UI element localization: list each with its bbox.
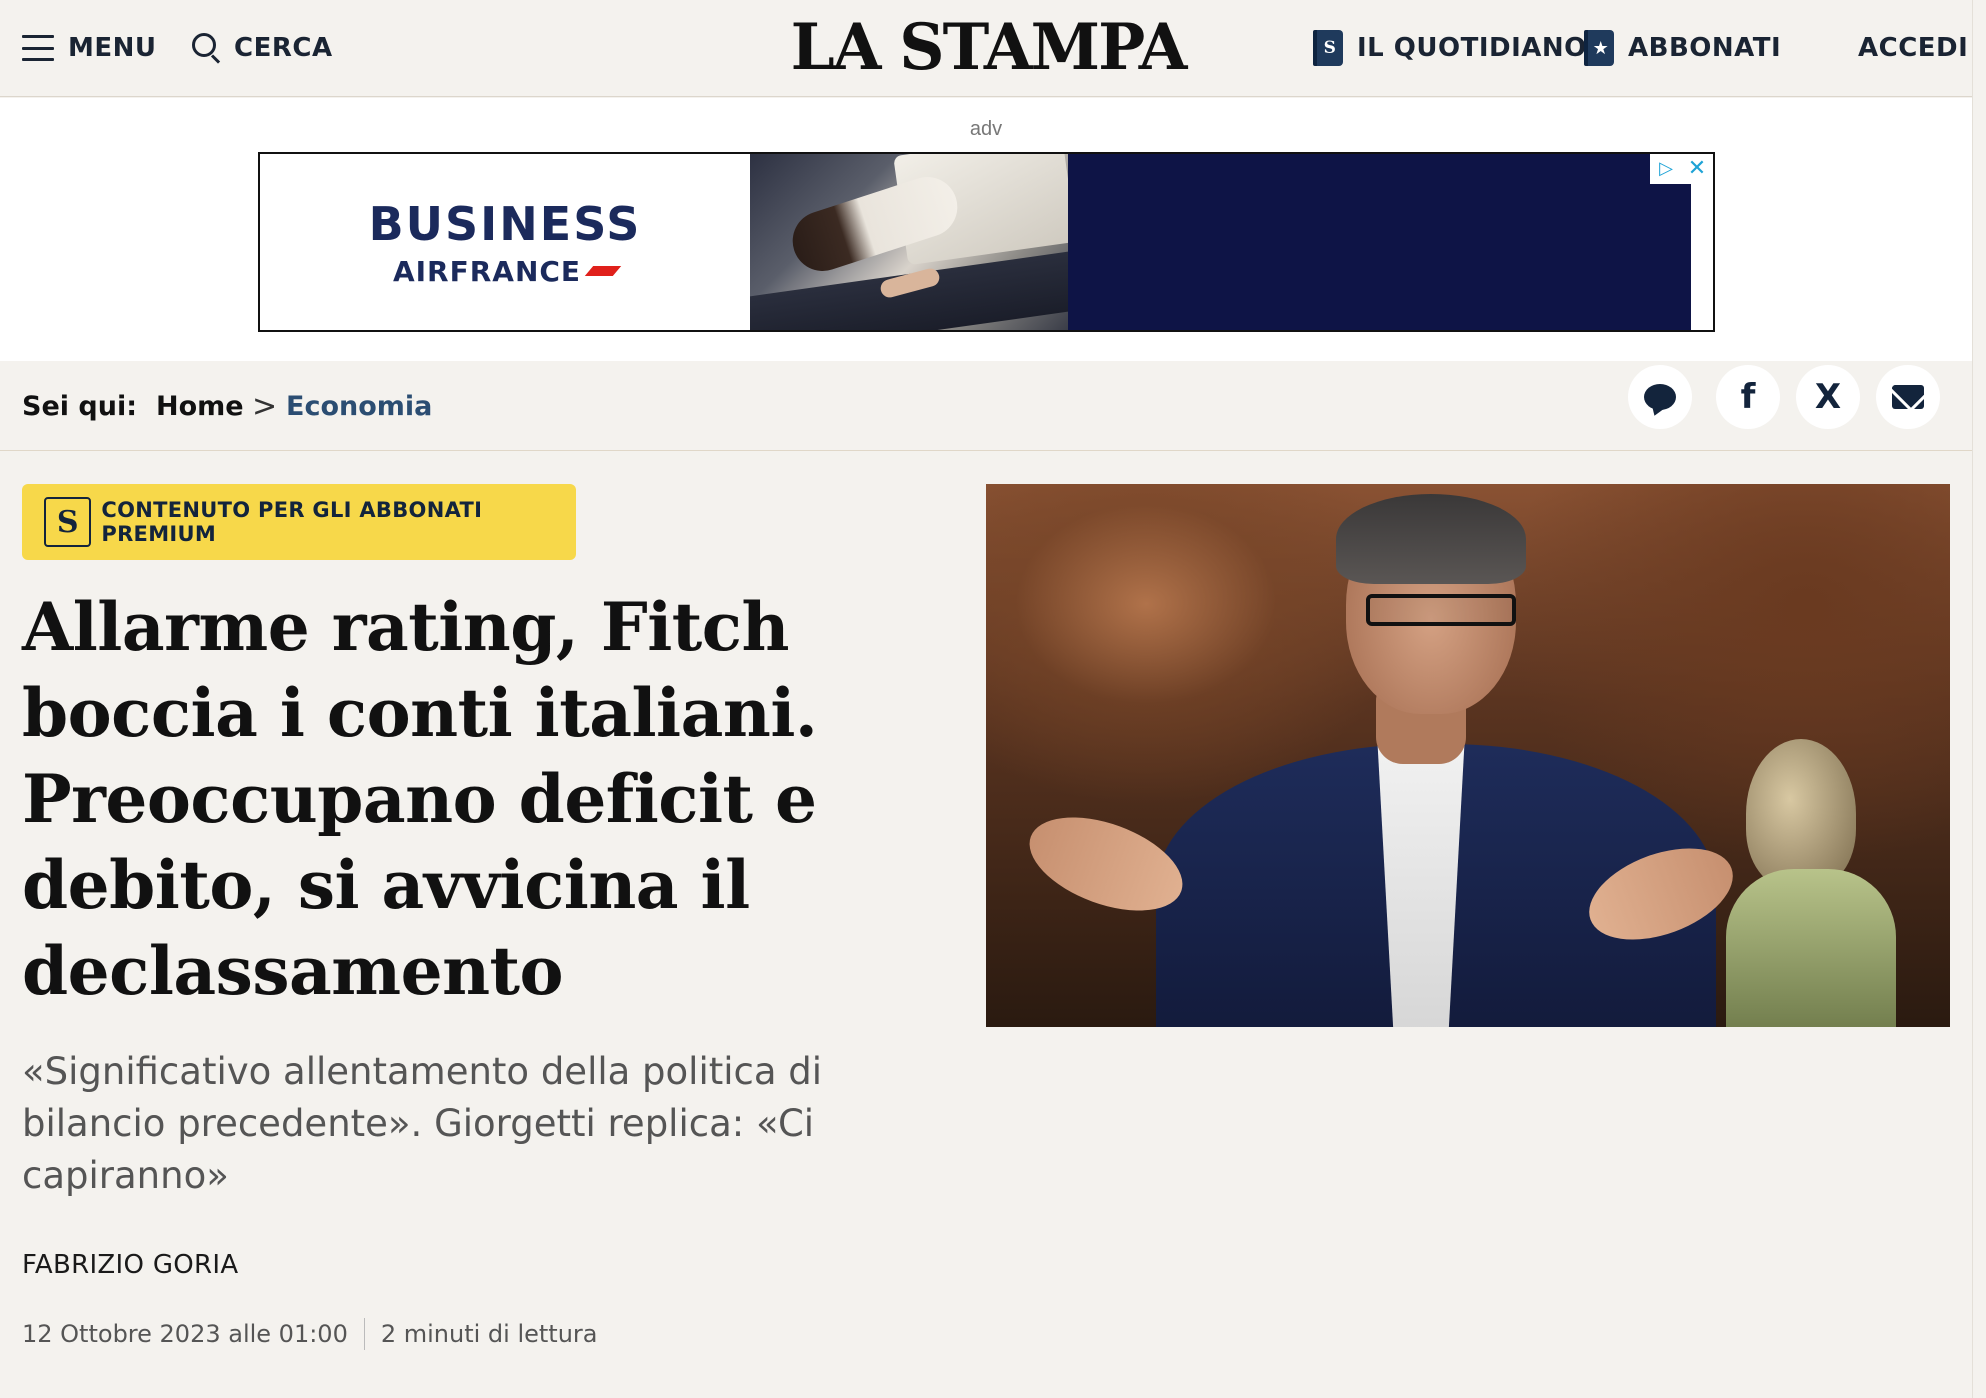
article-meta: 12 Ottobre 2023 alle 01:00 2 minuti di l… xyxy=(22,1316,598,1352)
share-facebook-button[interactable]: f xyxy=(1716,365,1780,429)
article-author[interactable]: FABRIZIO GORIA xyxy=(22,1250,238,1280)
newspaper-icon: S xyxy=(1313,30,1343,66)
site-header: MENU CERCA LA STAMPA S IL QUOTIDIANO ★ A… xyxy=(0,0,1986,97)
meta-divider xyxy=(363,1318,365,1350)
star-book-icon: ★ xyxy=(1584,30,1614,66)
reading-time: 2 minuti di lettura xyxy=(380,1320,598,1348)
page-scrollbar[interactable] xyxy=(1972,0,1986,1398)
hamburger-icon xyxy=(22,35,54,61)
menu-button[interactable]: MENU xyxy=(22,28,157,68)
ad-photo-sleeping-passenger xyxy=(750,154,1068,330)
chevron-right-icon: > xyxy=(252,388,278,424)
ad-close-icon[interactable]: ✕ xyxy=(1682,154,1712,182)
breadcrumb-prefix: Sei qui: xyxy=(22,390,138,422)
article-date: 12 Ottobre 2023 alle 01:00 xyxy=(22,1320,348,1348)
ad-airfrance-logo: AIRFRANCE xyxy=(392,254,622,288)
adv-label: adv xyxy=(969,118,1003,140)
comment-bubble-icon xyxy=(1644,384,1676,410)
article-headline: Allarme rating, Fitch boccia i conti ita… xyxy=(22,588,818,1010)
facebook-icon: f xyxy=(1740,377,1756,417)
search-button[interactable]: CERCA xyxy=(190,28,333,68)
premium-content-badge: S CONTENUTO PER GLI ABBONATI PREMIUM xyxy=(22,484,576,560)
premium-s-icon: S xyxy=(44,497,92,547)
comments-button[interactable] xyxy=(1628,365,1692,429)
breadcrumb-home-link[interactable]: Home xyxy=(156,379,244,433)
share-x-button[interactable]: X xyxy=(1796,365,1860,429)
quotidiano-link[interactable]: S IL QUOTIDIANO xyxy=(1313,28,1587,68)
ad-brand: BUSINESS AIRFRANCE xyxy=(260,154,750,330)
share-email-button[interactable] xyxy=(1876,365,1940,429)
abbonati-link[interactable]: ★ ABBONATI xyxy=(1584,28,1781,68)
ad-airfrance-text: AIRFRANCE xyxy=(392,254,582,288)
article-photo[interactable] xyxy=(986,484,1950,1027)
x-icon: X xyxy=(1814,377,1842,417)
abbonati-label: ABBONATI xyxy=(1628,33,1782,63)
accedi-button[interactable]: ACCEDI xyxy=(1858,28,1968,68)
ad-dark-panel xyxy=(1068,154,1691,330)
article-summary: «Significativo allentamento della politi… xyxy=(22,1050,823,1197)
airfrance-swoosh-icon xyxy=(584,266,622,276)
premium-label: CONTENUTO PER GLI ABBONATI PREMIUM xyxy=(101,498,483,546)
adchoices-icon[interactable]: ▷ xyxy=(1650,154,1682,182)
quotidiano-label: IL QUOTIDIANO xyxy=(1357,33,1587,63)
airfrance-banner-ad[interactable]: BUSINESS AIRFRANCE ▷ ✕ xyxy=(258,152,1715,332)
breadcrumb-section-link[interactable]: Economia xyxy=(286,379,432,433)
search-icon xyxy=(190,32,222,64)
envelope-icon xyxy=(1892,385,1924,409)
menu-label: MENU xyxy=(68,33,157,63)
ad-controls: ▷ ✕ xyxy=(1650,154,1713,184)
site-logo[interactable]: LA STAMPA xyxy=(772,14,1203,82)
search-label: CERCA xyxy=(234,33,333,63)
ad-business-text: BUSINESS xyxy=(368,196,642,251)
